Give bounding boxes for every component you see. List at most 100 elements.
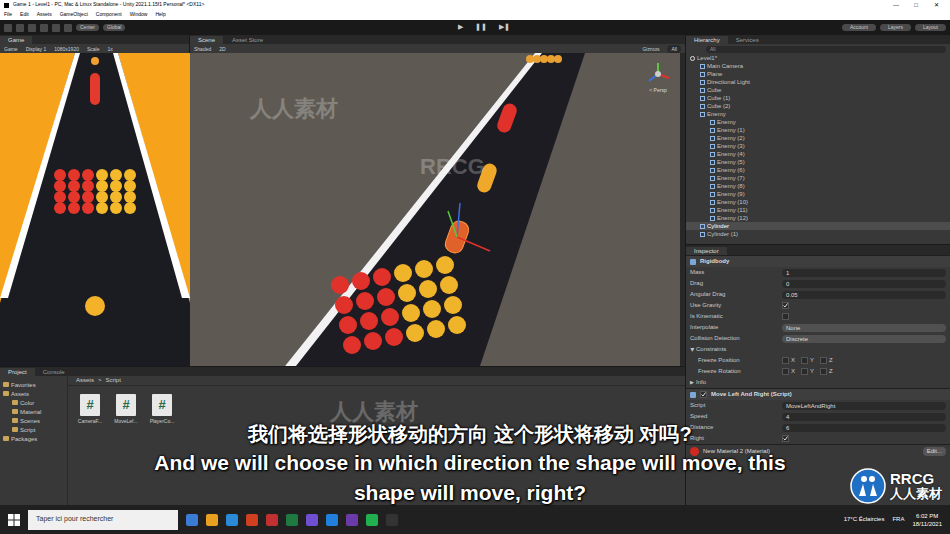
hierarchy-item[interactable]: Enemy (3) <box>686 142 950 150</box>
component-enabled-checkbox[interactable] <box>700 391 707 398</box>
taskbar-app-icon[interactable] <box>226 514 238 526</box>
game-tab[interactable]: Game <box>0 36 32 44</box>
taskbar-app-icon[interactable] <box>326 514 338 526</box>
hierarchy-item[interactable]: Cube (1) <box>686 94 950 102</box>
hierarchy-item[interactable]: Enemy (9) <box>686 190 950 198</box>
scene-search[interactable]: All <box>667 45 681 53</box>
hierarchy-tab[interactable]: Services <box>728 36 767 44</box>
axis-checkbox[interactable] <box>801 368 808 375</box>
tree-item[interactable]: Packages <box>0 434 67 443</box>
hierarchy-tab[interactable]: Hierarchy <box>686 36 728 44</box>
menu-item[interactable]: Help <box>155 11 165 19</box>
hierarchy-item[interactable]: Cube (2) <box>686 102 950 110</box>
axis-checkbox[interactable] <box>820 357 827 364</box>
toolbar-dropdown[interactable]: Layers <box>880 24 911 32</box>
hierarchy-item[interactable]: Enemy (6) <box>686 166 950 174</box>
taskbar-app-icon[interactable] <box>346 514 358 526</box>
project-tab[interactable]: Project <box>0 368 35 376</box>
hierarchy-item[interactable]: Enemy (4) <box>686 150 950 158</box>
menu-item[interactable]: File <box>4 11 12 19</box>
edit-button[interactable]: Edit... <box>923 447 946 456</box>
mode-dropdown[interactable]: Game <box>4 45 18 53</box>
hierarchy-item[interactable]: Plane <box>686 70 950 78</box>
hierarchy-item[interactable]: Enemy (2) <box>686 134 950 142</box>
scene-tab[interactable]: Asset Store <box>224 36 271 44</box>
window-control[interactable]: □ <box>906 1 926 10</box>
taskbar-app-icon[interactable] <box>386 514 398 526</box>
file-item[interactable]: #CameraF... <box>76 394 104 424</box>
inspector-tab[interactable]: Inspector <box>686 247 727 255</box>
taskbar-app-icon[interactable] <box>366 514 378 526</box>
hierarchy-item[interactable]: Enemy (5) <box>686 158 950 166</box>
play-icon[interactable]: ▶ <box>454 22 467 33</box>
step-icon[interactable]: ▶❚ <box>495 22 514 33</box>
tree-item[interactable]: Scenes <box>0 416 67 425</box>
tree-item[interactable]: Script <box>0 425 67 434</box>
hierarchy-item[interactable]: Enemy (7) <box>686 174 950 182</box>
hierarchy-item[interactable]: Enemy <box>686 110 950 118</box>
taskbar-app-icon[interactable] <box>186 514 198 526</box>
tree-item[interactable]: Favorites <box>0 380 67 389</box>
tree-item[interactable]: Assets <box>0 389 67 398</box>
shading-dropdown[interactable]: Shaded <box>194 45 211 53</box>
hierarchy-item[interactable]: Enemy (1) <box>686 126 950 134</box>
taskbar-search[interactable]: Taper ici pour rechercher <box>28 510 178 530</box>
gizmos-dropdown[interactable]: Gizmos <box>642 45 659 53</box>
display-dropdown[interactable]: Display 1 <box>26 45 47 53</box>
axis-checkbox[interactable] <box>801 357 808 364</box>
value-field[interactable]: 0 <box>782 280 946 288</box>
pause-icon[interactable]: ❚❚ <box>471 22 491 33</box>
scene-tab[interactable]: Scene <box>190 36 223 44</box>
toolbar-dropdown[interactable]: Account <box>842 24 876 32</box>
hierarchy-item[interactable]: Enemy (10) <box>686 198 950 206</box>
project-tab[interactable]: Console <box>35 368 73 376</box>
value-checkbox[interactable] <box>782 313 789 320</box>
window-control[interactable]: — <box>886 1 906 10</box>
hierarchy-item[interactable]: Enemy <box>686 118 950 126</box>
pivot-toggle[interactable]: Global <box>103 24 125 32</box>
value-dropdown[interactable]: Discrete <box>782 335 946 343</box>
menu-item[interactable]: Window <box>130 11 148 19</box>
value-checkbox[interactable] <box>782 302 789 309</box>
file-item[interactable]: #MoveLef... <box>112 394 140 424</box>
axis-checkbox[interactable] <box>820 368 827 375</box>
menu-item[interactable]: Component <box>96 11 122 19</box>
value-field[interactable]: 0.05 <box>782 291 946 299</box>
hierarchy-item[interactable]: Main Camera <box>686 62 950 70</box>
hierarchy-item[interactable]: Directional Light <box>686 78 950 86</box>
value-field[interactable]: MoveLeftAndRight <box>782 402 946 410</box>
toolbar-dropdown[interactable]: Layout <box>915 24 946 32</box>
hierarchy-item[interactable]: Cylinder <box>686 222 950 230</box>
tool-icon[interactable] <box>28 24 36 32</box>
file-item[interactable]: #PlayerCo... <box>148 394 176 424</box>
hierarchy-item[interactable]: Cylinder (1) <box>686 230 950 238</box>
menu-item[interactable]: Assets <box>37 11 52 19</box>
hierarchy-item[interactable]: Enemy (8) <box>686 182 950 190</box>
resolution-dropdown[interactable]: 1080x1920 <box>54 45 79 53</box>
component-header[interactable]: Move Left And Right (Script) <box>686 388 950 400</box>
value-field[interactable]: 4 <box>782 413 946 421</box>
taskbar-app-icon[interactable] <box>206 514 218 526</box>
axis-checkbox[interactable] <box>782 357 789 364</box>
value-dropdown[interactable]: None <box>782 324 946 332</box>
value-checkbox[interactable] <box>782 435 789 442</box>
foldout-arrow-icon[interactable]: ▶ <box>690 379 694 387</box>
taskbar-app-icon[interactable] <box>286 514 298 526</box>
tool-icon[interactable] <box>4 24 12 32</box>
hierarchy-item[interactable]: Enemy (12) <box>686 214 950 222</box>
tool-icon[interactable] <box>64 24 72 32</box>
tool-icon[interactable] <box>40 24 48 32</box>
tool-icon[interactable] <box>16 24 24 32</box>
hierarchy-search[interactable]: All <box>706 46 946 53</box>
tree-item[interactable]: Color <box>0 398 67 407</box>
hierarchy-item[interactable]: Enemy (11) <box>686 206 950 214</box>
axis-gizmo-icon[interactable] <box>645 61 671 87</box>
tree-item[interactable]: Material <box>0 407 67 416</box>
tool-icon[interactable] <box>52 24 60 32</box>
2d-toggle[interactable]: 2D <box>219 45 225 53</box>
value-field[interactable]: 6 <box>782 424 946 432</box>
foldout-arrow-icon[interactable]: ▶ <box>688 348 696 352</box>
menu-item[interactable]: GameObject <box>60 11 88 19</box>
menu-item[interactable]: Edit <box>20 11 29 19</box>
taskbar-app-icon[interactable] <box>246 514 258 526</box>
